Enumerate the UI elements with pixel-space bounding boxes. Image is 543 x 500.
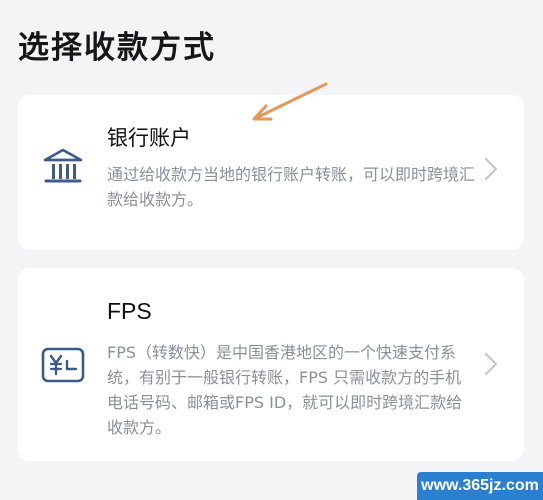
bank-account-title: 银行账户 (107, 126, 191, 150)
bank-account-option[interactable]: 银行账户 通过给收款方当地的银行账户转账，可以即时跨境汇款给收款方。 (18, 95, 524, 250)
bank-account-description: 通过给收款方当地的银行账户转账，可以即时跨境汇款给收款方。 (107, 165, 476, 209)
watermark: www.365jz.com (417, 472, 543, 500)
bank-icon (40, 145, 86, 191)
fps-title: FPS (107, 298, 152, 324)
fps-description: FPS（转数快）是中国香港地区的一个快速支付系统，有别于一般银行转账，FPS 只… (107, 343, 463, 437)
payment-method-page: 选择收款方式 银行账户 通过给收款方当地的银行账户转账，可以即时跨境汇款给收款方… (0, 0, 543, 500)
fps-option[interactable]: FPS FPS（转数快）是中国香港地区的一个快速支付系统，有别于一般银行转账，F… (18, 268, 524, 461)
chevron-right-icon (484, 157, 498, 181)
chevron-right-icon (484, 352, 498, 376)
page-title: 选择收款方式 (18, 30, 216, 66)
fps-yuan-icon (40, 343, 86, 389)
